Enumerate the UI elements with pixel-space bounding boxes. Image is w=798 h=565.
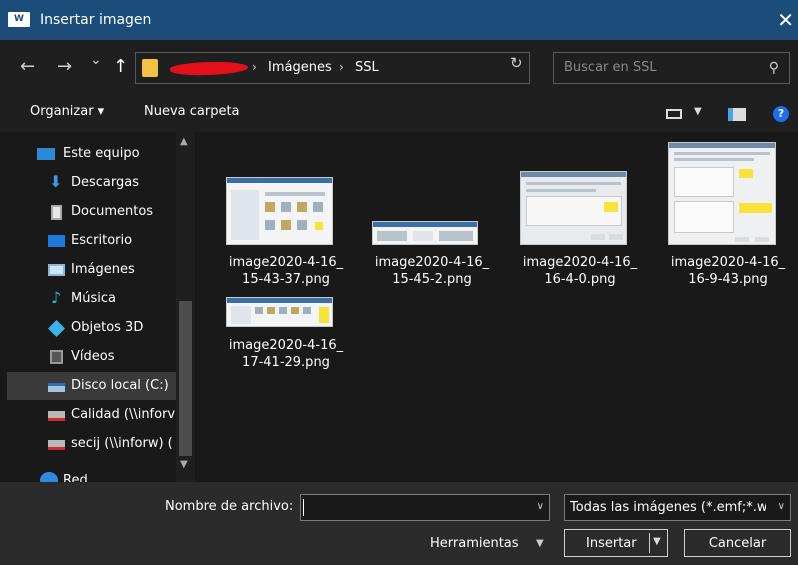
videos-icon [50,350,63,364]
music-icon: ♪ [51,288,62,307]
window-title: Insertar imagen [40,12,152,28]
desktop-icon [48,235,65,247]
close-icon[interactable]: ✕ [777,8,794,32]
file-name: image2020-4-16_ 16-4-0.png [522,255,638,287]
search-box[interactable]: Buscar en SSL ⚲ [553,52,790,84]
refresh-icon[interactable]: ↻ [510,54,523,72]
document-icon [51,205,62,220]
sidebar-item-label: Vídeos [71,349,115,364]
cancel-button[interactable]: Cancelar [684,529,791,557]
sidebar-item-label: Disco local (C:) [71,378,169,393]
breadcrumb-imagenes[interactable]: Imágenes [268,60,332,75]
scroll-down-icon[interactable]: ▼ [180,459,188,470]
sidebar-item-objetos-3d[interactable]: Objetos 3D [7,314,191,342]
help-icon[interactable]: ? [773,106,789,122]
forward-arrow-icon[interactable]: → [57,56,72,77]
file-list: image2020-4-16_ 15-43-37.png image2020-4-… [203,132,798,482]
tools-dropdown-icon[interactable]: ▼ [536,538,544,549]
preview-pane-icon[interactable] [728,108,746,121]
sidebar-item-disco-local[interactable]: Disco local (C:) [7,372,191,400]
sidebar-item-label: Este equipo [63,146,140,161]
organize-menu-button[interactable]: Organizar ▾ [30,104,104,119]
text-caret [303,499,304,516]
image-thumbnail [226,297,333,327]
file-name: image2020-4-16_ 17-41-29.png [228,338,344,370]
recent-locations-chevron-icon[interactable]: ⌄ [90,52,102,68]
change-view-icon[interactable] [666,109,682,119]
image-thumbnail [372,221,478,245]
computer-icon [37,148,55,160]
breadcrumb-separator: › [339,60,344,74]
sidebar-item-label: Descargas [71,175,140,190]
insert-button[interactable]: Insertar ▼ [564,529,668,557]
command-bar: Organizar ▾ Nueva carpeta ▼ ? [0,95,798,132]
drive-icon [48,383,65,392]
sidebar-item-label: Imágenes [71,262,135,277]
file-type-value: Todas las imágenes (*.emf;*.wn [570,500,766,515]
network-drive-icon [48,411,65,421]
address-bar[interactable]: › Imágenes › SSL ▼ [135,52,624,84]
insert-options-dropdown-icon[interactable]: ▼ [653,536,661,547]
sidebar-item-label: Escritorio [71,233,133,248]
view-options-dropdown-icon[interactable]: ▼ [694,106,702,117]
breadcrumb-separator: › [252,60,257,74]
sidebar-item-label: Documentos [71,204,154,219]
image-thumbnail [520,171,627,245]
pictures-icon [48,264,65,276]
sidebar-scrollbar[interactable]: ▲ ▼ [176,132,195,482]
download-icon: ⬇ [49,172,63,191]
network-icon [40,472,58,482]
sidebar-item-este-equipo[interactable]: Este equipo [7,140,191,168]
sidebar-item-secij[interactable]: secij (\\inforw) ( [7,430,191,458]
network-drive-icon [48,440,65,450]
search-icon[interactable]: ⚲ [769,60,779,76]
new-folder-button[interactable]: Nueva carpeta [144,104,240,119]
sidebar-item-musica[interactable]: ♪ Música [7,285,191,313]
tools-menu-button[interactable]: Herramientas [430,536,519,551]
split-divider [649,533,650,553]
filename-input[interactable]: ∨ [300,494,550,521]
folder-icon [142,59,158,77]
image-thumbnail [668,142,776,245]
sidebar-item-label: Música [71,291,116,306]
redaction-mark [169,59,249,78]
word-app-icon: W [8,12,30,27]
title-bar: W Insertar imagen ✕ [0,0,798,40]
objects3d-icon [48,320,65,337]
file-name: image2020-4-16_ 15-45-2.png [374,255,490,287]
sidebar-item-imagenes[interactable]: Imágenes [7,256,191,284]
sidebar-item-escritorio[interactable]: Escritorio [7,227,191,255]
chevron-down-icon[interactable]: ∨ [778,501,785,512]
file-name: image2020-4-16_ 15-43-37.png [228,255,344,287]
sidebar-item-label: Objetos 3D [71,320,144,335]
sidebar-item-documentos[interactable]: Documentos [7,198,191,226]
back-arrow-icon[interactable]: ← [20,56,35,77]
dialog-footer: Nombre de archivo: ∨ Todas las imágenes … [0,482,798,565]
sidebar-item-videos[interactable]: Vídeos [7,343,191,371]
scrollbar-thumb[interactable] [179,301,192,456]
navigation-pane: Este equipo ⬇ Descargas Documentos Escri… [7,132,203,482]
chevron-down-icon[interactable]: ∨ [537,501,544,512]
up-arrow-icon[interactable]: ↑ [113,56,128,77]
insert-button-label: Insertar [586,536,637,551]
sidebar-item-label: Red [63,473,88,482]
cancel-button-label: Cancelar [708,536,767,551]
navigation-bar: ← → ⌄ ↑ › Imágenes › SSL ▼ ↻ Buscar en S… [0,40,798,95]
sidebar-item-label: secij (\\inforw) ( [71,436,173,451]
image-thumbnail [226,177,333,245]
breadcrumb-ssl[interactable]: SSL [355,60,379,75]
sidebar-item-descargas[interactable]: ⬇ Descargas [7,169,191,197]
filename-label: Nombre de archivo: [165,499,294,514]
sidebar-item-red[interactable]: Red [7,463,191,482]
file-type-select[interactable]: Todas las imágenes (*.emf;*.wn ∨ [564,494,791,521]
sidebar-item-label: Calidad (\\inforv [71,407,176,422]
scroll-up-icon[interactable]: ▲ [180,136,188,147]
file-name: image2020-4-16_ 16-9-43.png [670,255,786,287]
search-placeholder: Buscar en SSL [564,60,657,75]
sidebar-item-calidad[interactable]: Calidad (\\inforv [7,401,191,429]
